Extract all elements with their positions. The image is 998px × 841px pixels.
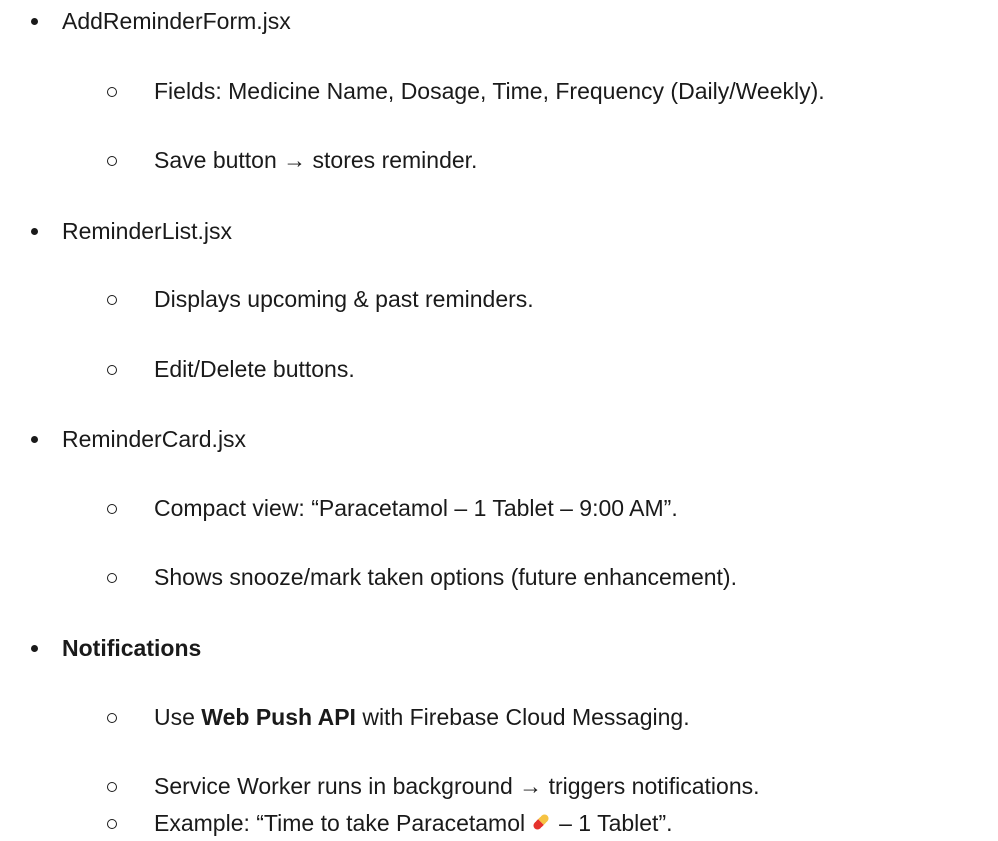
pill-icon [529,810,553,841]
text-segment: Example: “Time to take Paracetamol [154,810,526,836]
item-title: ReminderList.jsx [62,218,232,244]
document-page: AddReminderForm.jsx Fields: Medicine Nam… [0,0,998,838]
text-segment: Use [154,704,202,730]
bullet-circle-icon [107,295,117,305]
bullet-dot-icon [31,228,38,235]
bullet-circle-icon [107,713,117,723]
bullet-circle-icon [107,782,117,792]
sub-item-text: Example: “Time to take Paracetamol – 1 Ta… [154,808,673,841]
bullet-dot-icon [31,436,38,443]
text-segment: with Firebase Cloud Messaging. [355,704,690,730]
bullet-dot-icon [31,645,38,652]
bullet-circle-icon [107,504,117,514]
bullet-circle-icon [107,819,117,829]
sub-item-text: Displays upcoming & past reminders. [154,286,534,312]
bullet-dot-icon [31,18,38,25]
text-segment: – 1 Tablet”. [559,810,673,836]
sub-item-text: Compact view: “Paracetamol – 1 Tablet – … [154,495,678,521]
sub-item-text: Edit/Delete buttons. [154,356,355,382]
bullet-circle-icon [107,365,117,375]
bullet-circle-icon [107,87,117,97]
sub-item-text: Service Worker runs in background → trig… [154,773,760,799]
bullet-circle-icon [107,573,117,583]
item-title: Notifications [62,635,202,661]
item-title: ReminderCard.jsx [62,426,247,452]
item-title: AddReminderForm.jsx [62,8,291,34]
sub-item-text: Fields: Medicine Name, Dosage, Time, Fre… [154,78,825,104]
sub-item-text: Use Web Push API with Firebase Cloud Mes… [154,702,690,732]
sub-item-text: Save button → stores reminder. [154,147,478,173]
text-segment-bold: Web Push API [201,704,356,730]
sub-item-text: Shows snooze/mark taken options (future … [154,564,737,590]
bullet-circle-icon [107,156,117,166]
